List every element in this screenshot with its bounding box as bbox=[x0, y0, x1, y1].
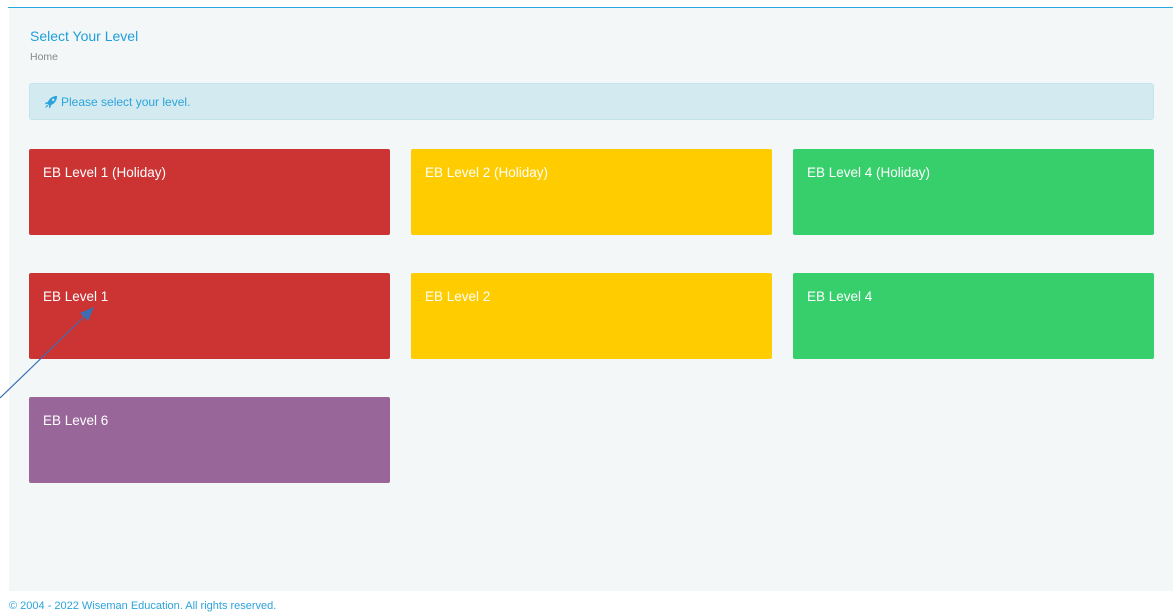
level-label: EB Level 1 (Holiday) bbox=[43, 165, 167, 180]
level-tile-eb-1-holiday[interactable]: EB Level 1 (Holiday) bbox=[29, 149, 390, 235]
level-label: EB Level 2 (Holiday) bbox=[425, 165, 549, 180]
annotation-arrow-icon bbox=[0, 307, 94, 399]
level-label: EB Level 4 (Holiday) bbox=[807, 165, 931, 180]
info-alert: Please select your level. bbox=[29, 83, 1154, 120]
level-tile-eb-4[interactable]: EB Level 4 bbox=[793, 273, 1154, 359]
level-tile-eb-4-holiday[interactable]: EB Level 4 (Holiday) bbox=[793, 149, 1154, 235]
level-label: EB Level 6 bbox=[43, 413, 109, 428]
level-tile-eb-2[interactable]: EB Level 2 bbox=[411, 273, 772, 359]
breadcrumb-home[interactable]: Home bbox=[30, 51, 58, 63]
rocket-icon bbox=[44, 95, 58, 109]
level-label: EB Level 4 bbox=[807, 289, 873, 304]
page-title: Select Your Level bbox=[30, 28, 139, 44]
level-label: EB Level 2 bbox=[425, 289, 491, 304]
footer-copyright: © 2004 - 2022 Wiseman Education. All rig… bbox=[9, 600, 277, 612]
level-tile-eb-2-holiday[interactable]: EB Level 2 (Holiday) bbox=[411, 149, 772, 235]
alert-text: Please select your level. bbox=[61, 94, 191, 109]
